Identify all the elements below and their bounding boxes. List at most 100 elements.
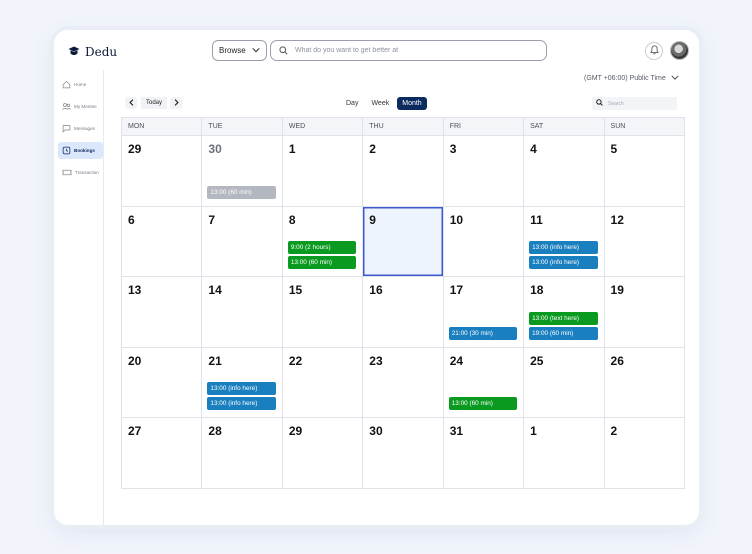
- calendar-day-cell[interactable]: 19: [605, 277, 684, 347]
- calendar-day-cell[interactable]: 29: [122, 136, 203, 206]
- event-list: 13:00 (info here) 13:00 (info here): [529, 241, 598, 270]
- sidebar-item-label: Transaction: [75, 170, 99, 175]
- calendar-day-cell[interactable]: 1: [524, 418, 605, 489]
- search-icon: [279, 42, 288, 60]
- sidebar-item-label: My Mentee: [74, 104, 97, 109]
- calendar-day-cell[interactable]: 16: [363, 277, 444, 347]
- event-chip[interactable]: 13:00 (info here): [529, 241, 598, 255]
- chevron-down-icon: [671, 75, 679, 82]
- calendar-day-cell[interactable]: 8 9:00 (2 hours) 13:00 (60 min): [283, 206, 364, 277]
- calendar-day-cell[interactable]: 24 13:00 (60 min): [444, 347, 525, 418]
- next-month-button[interactable]: [170, 97, 182, 109]
- calendar-day-cell[interactable]: 7: [202, 206, 283, 277]
- day-number: 6: [128, 212, 135, 227]
- browse-label: Browse: [219, 46, 246, 55]
- event-chip[interactable]: 13:00 (60 min): [448, 397, 518, 411]
- chevron-left-icon: [128, 98, 134, 108]
- logo[interactable]: Dedu: [68, 43, 117, 61]
- event-chip[interactable]: 13:00 (text here): [529, 311, 598, 325]
- sidebar-item-messages[interactable]: Messages: [58, 120, 103, 137]
- calendar-day-cell[interactable]: 11 13:00 (info here) 13:00 (info here): [524, 206, 605, 277]
- event-list: 21:00 (30 min): [448, 326, 518, 340]
- calendar-search-input[interactable]: [608, 100, 668, 107]
- calendar-week-row: 29 30 13:00 (60 min) 1 2 3 4 5: [122, 136, 684, 207]
- calendar-day-cell[interactable]: 23: [363, 347, 444, 418]
- app-name: Dedu: [85, 45, 118, 59]
- sidebar-item-home[interactable]: Home: [58, 76, 103, 93]
- global-search: [270, 40, 547, 61]
- day-number: 18: [530, 283, 544, 298]
- day-number: 26: [610, 353, 624, 368]
- calendar-day-cell[interactable]: 31: [444, 418, 525, 489]
- event-list: 9:00 (2 hours) 13:00 (60 min): [287, 241, 357, 270]
- event-chip[interactable]: 13:00 (info here): [207, 382, 276, 396]
- calendar-day-cell[interactable]: 4: [524, 136, 605, 206]
- calendar-day-cell[interactable]: 30 13:00 (60 min): [202, 136, 283, 206]
- event-list: 13:00 (text here) 19:00 (60 min): [529, 311, 598, 340]
- month-calendar: MON TUE WED THU FRI SAT SUN 29 30 13:00 (6…: [121, 117, 685, 489]
- calendar-day-cell[interactable]: 27: [122, 418, 203, 489]
- sidebar-item-bookings[interactable]: Bookings: [58, 142, 103, 159]
- calendar-day-cell[interactable]: 13: [122, 277, 203, 347]
- calendar-day-cell[interactable]: 21 13:00 (info here) 13:00 (info here): [202, 347, 283, 418]
- calendar-day-cell[interactable]: 5: [605, 136, 684, 206]
- calendar-day-cell[interactable]: 10: [444, 206, 525, 277]
- calendar-day-cell[interactable]: 30: [363, 418, 444, 489]
- notification-button[interactable]: [645, 42, 663, 60]
- day-number: 1: [530, 424, 537, 439]
- day-number: 31: [449, 424, 464, 439]
- calendar-day-cell[interactable]: 26: [605, 348, 684, 418]
- calendar-day-cell[interactable]: 17 21:00 (30 min): [444, 277, 525, 347]
- view-week-button[interactable]: Week: [366, 97, 394, 110]
- sidebar-item-my-mentee[interactable]: My Mentee: [58, 98, 103, 115]
- calendar-day-cell[interactable]: 18 13:00 (text here) 19:00 (60 min): [524, 277, 605, 347]
- user-avatar[interactable]: [670, 41, 689, 60]
- day-number: 24: [449, 353, 464, 368]
- calendar-day-cell[interactable]: 15: [283, 277, 364, 347]
- calendar-day-cell[interactable]: 3: [444, 136, 525, 206]
- calendar-day-cell-selected[interactable]: 9: [363, 206, 444, 277]
- day-number: 8: [288, 212, 296, 227]
- sidebar-item-transaction[interactable]: Transaction: [58, 164, 103, 181]
- prev-month-button[interactable]: [125, 97, 137, 109]
- event-chip[interactable]: 13:00 (info here): [207, 397, 276, 411]
- today-button[interactable]: Today: [141, 97, 167, 109]
- day-number: 15: [288, 283, 303, 298]
- event-chip[interactable]: 13:00 (info here): [529, 256, 598, 270]
- calendar-day-cell[interactable]: 28: [202, 418, 283, 489]
- view-day-button[interactable]: Day: [341, 97, 363, 110]
- top-bar: Dedu Browse: [54, 30, 699, 70]
- weekday-label: TUE: [202, 118, 283, 135]
- calendar-day-cell[interactable]: 1: [283, 136, 364, 206]
- calendar-day-cell[interactable]: 6: [122, 206, 203, 277]
- day-number: 22: [288, 353, 303, 368]
- calendar-day-cell[interactable]: 12: [605, 207, 684, 277]
- calendar-day-cell[interactable]: 20: [122, 347, 203, 418]
- calendar-day-cell[interactable]: 29: [283, 418, 364, 489]
- sidebar-item-label: Bookings: [74, 148, 95, 153]
- calendar-search: [592, 97, 677, 110]
- view-month-button[interactable]: Month: [397, 97, 427, 110]
- calendar-day-cell[interactable]: 25: [524, 347, 605, 418]
- sidebar-item-label: Messages: [74, 126, 95, 131]
- day-number: 2: [610, 424, 618, 439]
- day-number: 30: [208, 142, 222, 156]
- event-chip[interactable]: 9:00 (2 hours): [287, 241, 357, 255]
- event-chip[interactable]: 19:00 (60 min): [529, 326, 598, 340]
- global-search-input[interactable]: [295, 47, 535, 54]
- browse-dropdown[interactable]: Browse: [212, 40, 267, 61]
- calendar-day-cell[interactable]: 22: [283, 347, 364, 418]
- calendar-day-cell[interactable]: 2: [605, 418, 684, 489]
- timezone-selector[interactable]: (GMT +06:00) Public Time: [584, 75, 679, 82]
- calendar-week-row: 6 7 8 9:00 (2 hours) 13:00 (60 min) 9 10 11 13:0…: [122, 206, 684, 278]
- event-chip[interactable]: 13:00 (60 min): [287, 256, 357, 270]
- event-chip[interactable]: 13:00 (60 min): [207, 185, 276, 199]
- day-number: 9: [369, 212, 376, 227]
- day-number: 28: [208, 424, 222, 439]
- calendar-day-cell[interactable]: 2: [363, 136, 444, 206]
- weekday-label: FRI: [444, 118, 525, 135]
- chevron-down-icon: [252, 46, 260, 55]
- day-number: 29: [288, 424, 303, 439]
- event-chip[interactable]: 21:00 (30 min): [448, 326, 518, 340]
- calendar-day-cell[interactable]: 14: [202, 277, 283, 347]
